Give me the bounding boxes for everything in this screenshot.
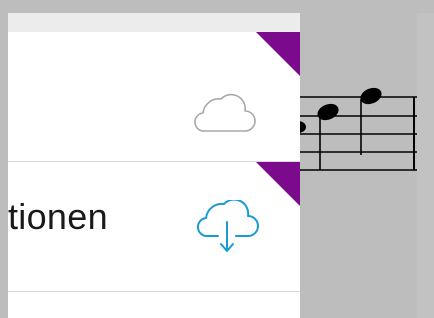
sheet-music-preview[interactable] xyxy=(300,13,417,318)
list-item[interactable] xyxy=(8,32,300,161)
list-item[interactable]: tionen xyxy=(8,162,300,291)
score-list: tionen xyxy=(8,13,300,318)
list-item[interactable] xyxy=(8,292,300,318)
purple-corner-badge-icon xyxy=(256,162,300,206)
app-frame: tionen xyxy=(0,0,434,318)
window-edge xyxy=(417,13,434,318)
list-item-label: tionen xyxy=(8,196,108,237)
music-staff-icon xyxy=(300,87,417,171)
cloud-outline-icon[interactable] xyxy=(191,91,257,135)
purple-corner-badge-icon xyxy=(256,32,300,76)
cloud-download-icon[interactable] xyxy=(194,200,260,256)
list-header xyxy=(8,13,300,32)
